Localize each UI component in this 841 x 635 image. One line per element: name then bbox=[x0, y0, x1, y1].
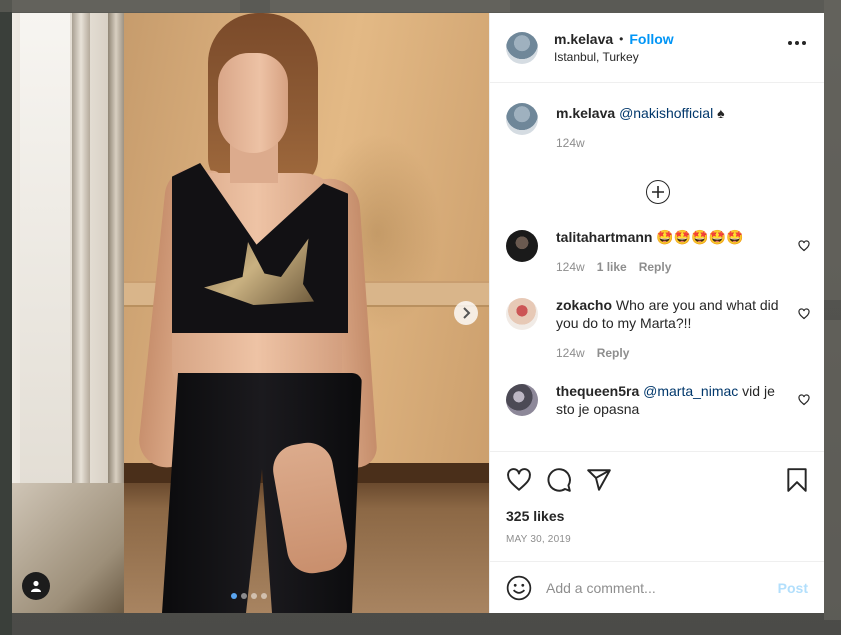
load-more-comments-button[interactable] bbox=[506, 180, 810, 204]
post-actions: 325 likes MAY 30, 2019 bbox=[490, 451, 824, 561]
carousel-dot bbox=[231, 593, 237, 599]
comment-icon[interactable] bbox=[546, 467, 572, 493]
photo-model-face bbox=[218, 53, 288, 153]
comment-username[interactable]: thequeen5ra bbox=[556, 383, 639, 399]
avatar[interactable] bbox=[506, 31, 538, 64]
comment-username[interactable]: talitahartmann bbox=[556, 229, 652, 245]
caption-spade: ♠ bbox=[717, 105, 725, 121]
share-icon[interactable] bbox=[586, 467, 612, 493]
comment-reply-button[interactable]: Reply bbox=[639, 260, 672, 274]
post-photo[interactable] bbox=[12, 13, 489, 613]
comment-time[interactable]: 124w bbox=[556, 346, 585, 360]
comment-reply-button[interactable]: Reply bbox=[597, 346, 630, 360]
post-date[interactable]: MAY 30, 2019 bbox=[506, 534, 810, 545]
comment-time[interactable]: 124w bbox=[556, 260, 585, 274]
comment-like-icon[interactable] bbox=[798, 394, 810, 406]
avatar[interactable] bbox=[506, 230, 538, 262]
post-header: m.kelava • Follow Istanbul, Turkey bbox=[490, 13, 824, 83]
avatar[interactable] bbox=[506, 298, 538, 330]
header-separator: • bbox=[619, 32, 624, 46]
background-thumbnail bbox=[824, 0, 841, 300]
carousel-dot bbox=[261, 593, 267, 599]
user-tag-icon bbox=[31, 580, 41, 592]
comment-item: zokacho Who are you and what did you do … bbox=[506, 294, 810, 360]
carousel-indicator bbox=[231, 593, 267, 599]
carousel-next-button[interactable] bbox=[454, 301, 478, 325]
comment-like-icon[interactable] bbox=[798, 308, 810, 320]
avatar[interactable] bbox=[506, 384, 538, 416]
more-dot bbox=[802, 41, 806, 45]
comment-like-icon[interactable] bbox=[798, 240, 810, 252]
comment-username[interactable]: zokacho bbox=[556, 297, 612, 313]
chevron-right-icon bbox=[463, 307, 471, 319]
caption-mention[interactable]: @nakishofficial bbox=[619, 105, 713, 121]
caption: m.kelava @nakishofficial ♠ 124w bbox=[506, 99, 810, 150]
more-options-button[interactable] bbox=[788, 41, 806, 45]
caption-username[interactable]: m.kelava bbox=[556, 105, 615, 121]
caption-time: 124w bbox=[556, 136, 585, 150]
bookmark-icon[interactable] bbox=[784, 467, 810, 493]
plus-circle-icon bbox=[646, 180, 670, 204]
more-dot bbox=[795, 41, 799, 45]
comment-likes[interactable]: 1 like bbox=[597, 260, 627, 274]
author-username[interactable]: m.kelava bbox=[554, 31, 613, 47]
comment-item: talitahartmann 🤩🤩🤩🤩🤩 124w 1 like Reply bbox=[506, 226, 810, 274]
follow-button[interactable]: Follow bbox=[629, 31, 673, 47]
carousel-dot bbox=[251, 593, 257, 599]
post-panel: m.kelava • Follow Istanbul, Turkey m.kel… bbox=[489, 13, 824, 613]
plus-icon bbox=[652, 186, 664, 198]
comment-mention[interactable]: @marta_nimac bbox=[643, 383, 738, 399]
post-location[interactable]: Istanbul, Turkey bbox=[554, 50, 674, 64]
more-horizontal-icon bbox=[788, 41, 792, 45]
comment-input[interactable] bbox=[546, 579, 778, 596]
add-comment-bar: Post bbox=[490, 561, 824, 613]
background-thumbnail bbox=[824, 320, 841, 620]
comments-list[interactable]: m.kelava @nakishofficial ♠ 124w talitaha… bbox=[490, 83, 824, 451]
user-tag-button[interactable] bbox=[22, 572, 50, 600]
likes-count[interactable]: 325 likes bbox=[506, 508, 810, 524]
comment-item: thequeen5ra @marta_nimac vid je sto je o… bbox=[506, 380, 810, 418]
avatar[interactable] bbox=[506, 103, 538, 135]
background-thumbnail bbox=[270, 0, 510, 12]
comment-text: 🤩🤩🤩🤩🤩 bbox=[656, 229, 744, 245]
post-comment-button[interactable]: Post bbox=[778, 580, 808, 596]
photo-window-glass bbox=[20, 13, 70, 483]
emoji-icon[interactable] bbox=[506, 575, 532, 601]
heart-icon[interactable] bbox=[506, 467, 532, 493]
background-thumbnail bbox=[0, 0, 240, 12]
post-modal: m.kelava • Follow Istanbul, Turkey m.kel… bbox=[12, 13, 824, 613]
carousel-dot bbox=[241, 593, 247, 599]
